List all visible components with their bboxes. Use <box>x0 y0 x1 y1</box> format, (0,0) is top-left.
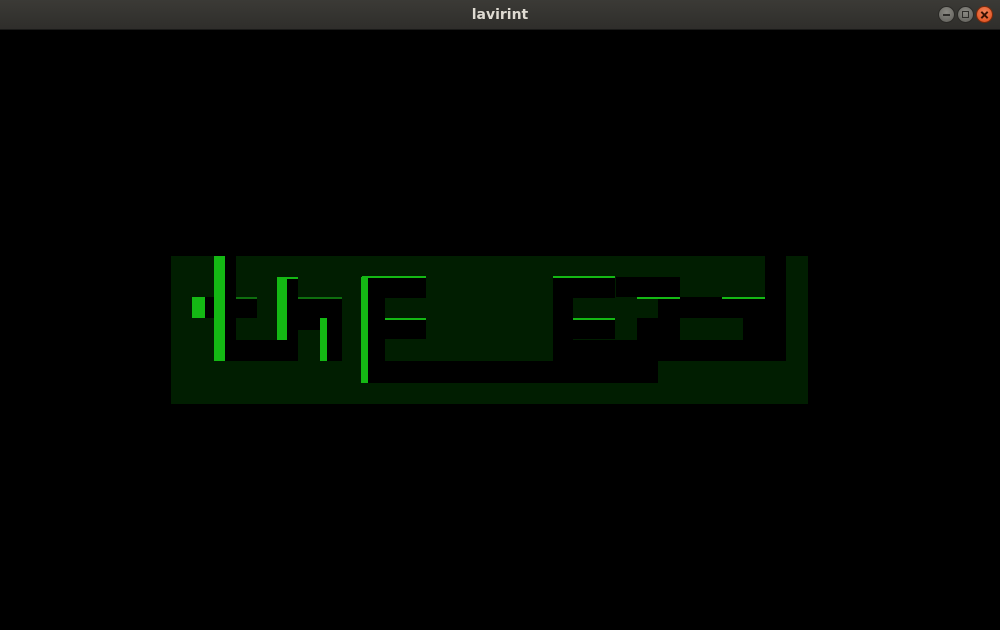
close-icon[interactable] <box>976 6 993 23</box>
app-window: lavirint <box>0 0 1000 630</box>
window-title: lavirint <box>471 7 529 23</box>
game-canvas[interactable] <box>0 30 1000 630</box>
maximize-icon[interactable] <box>957 6 974 23</box>
maze-view <box>171 256 808 404</box>
title-bar[interactable]: lavirint <box>0 0 1000 30</box>
minimize-icon[interactable] <box>938 6 955 23</box>
